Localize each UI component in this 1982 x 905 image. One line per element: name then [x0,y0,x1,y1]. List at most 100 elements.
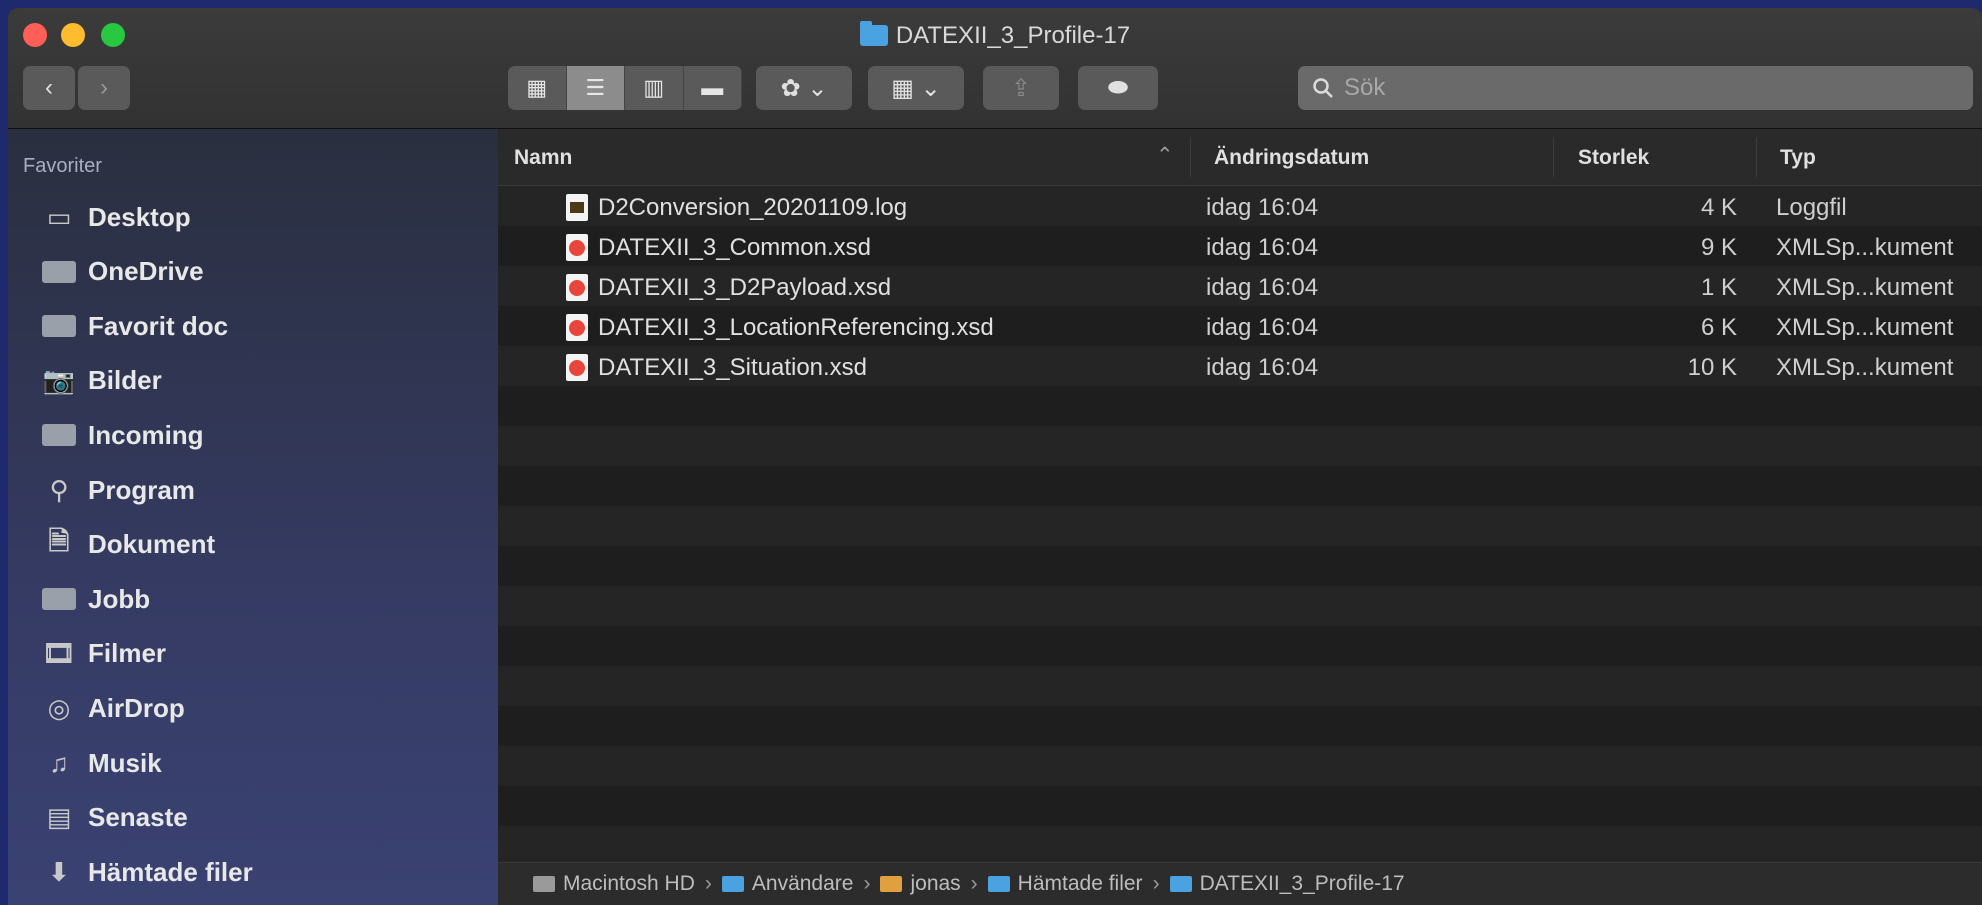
forward-button[interactable]: › [78,66,130,110]
path-separator: › [863,872,871,895]
empty-row [498,666,1982,706]
sidebar-item-label: Senaste [88,802,188,833]
xml-file-icon [566,234,588,261]
share-button[interactable]: ⇪ [983,66,1059,110]
sidebar-item-label: Dokument [88,529,216,560]
view-button-3[interactable]: ▬ [684,66,742,110]
empty-row [498,746,1982,786]
path-segment-label: Användare [751,872,854,895]
sidebar-item-label: Jobb [88,583,151,614]
file-size: 6 K [1700,314,1737,341]
folder-icon [40,422,78,448]
gear-icon: ✿ ⌄ [780,74,828,102]
sidebar-item-senaste[interactable]: ▤ Senaste [40,794,188,842]
sidebar-item-onedrive[interactable]: OneDrive [40,248,204,296]
path-segment[interactable]: Användare [721,872,854,896]
file-name: D2Conversion_20201109.log [598,194,908,221]
path-segment[interactable]: Hämtade filer [987,872,1143,896]
path-segment[interactable]: Macintosh HD [533,872,695,896]
table-row[interactable]: DATEXII_3_D2Payload.xsd idag 16:04 1 K XMLS… [498,266,1982,306]
file-type: XMLSp...kument [1776,234,1954,261]
sidebar-item-incoming[interactable]: Incoming [40,411,204,459]
empty-row [498,786,1982,826]
sidebar-item-musik[interactable]: ♫ Musik [40,739,162,787]
file-date: idag 16:04 [1206,354,1319,381]
empty-row [498,386,1982,426]
sidebar-item-label: AirDrop [88,692,185,723]
table-row[interactable]: DATEXII_3_Situation.xsd idag 16:04 10 K XML… [498,346,1982,386]
path-bar: Macintosh HD › Användare › jonas › Hämtade fil… [498,862,1982,905]
tag-button[interactable]: ⬬ [1078,66,1158,110]
file-name: DATEXII_3_LocationReferencing.xsd [598,314,994,341]
hard-drive-icon [533,876,555,892]
file-type: Loggfil [1776,194,1847,221]
finder-window: DATEXII_3_Profile-17 ‹ › ▦ ☰ ▥ ▬ ✿ ⌄ ▦ ⌄ ⇪ … [8,8,1982,905]
file-size: 9 K [1700,234,1737,261]
column-header-name[interactable]: Namn [514,146,572,170]
sidebar-item-label: Program [88,474,195,505]
empty-row [498,826,1982,866]
sidebar-item-label: Hämtade filer [88,856,253,887]
empty-row [498,426,1982,466]
file-date: idag 16:04 [1206,274,1319,301]
sidebar-item-desktop[interactable]: ▭ Desktop [40,193,191,241]
sort-ascending-icon: ⌃ [1156,144,1174,167]
path-segment[interactable]: DATEXII_3_Profile-17 [1169,872,1405,896]
file-date: idag 16:04 [1206,314,1319,341]
music-icon: ♫ [49,747,69,778]
file-size: 1 K [1700,274,1737,301]
home-icon [880,876,903,892]
sidebar-heading: Favoriter [23,155,102,177]
xml-file-icon [566,274,588,301]
xml-file-icon [566,314,588,341]
sidebar-item-airdrop[interactable]: ◎ AirDrop [40,684,185,732]
path-separator: › [1152,872,1160,895]
arrange-menu-button[interactable]: ▦ ⌄ [868,66,964,110]
sidebar-item-filmer[interactable]: 🎞 Filmer [40,630,166,678]
path-segment[interactable]: jonas [880,872,961,896]
folder-icon [1169,876,1192,892]
search-input[interactable] [1342,73,1946,103]
path-segment-label: jonas [910,872,961,895]
table-row[interactable]: DATEXII_3_LocationReferencing.xsd idag 16… [498,306,1982,346]
table-row[interactable]: D2Conversion_20201109.log idag 16:04 4 K Lo… [498,186,1982,226]
column-header-type[interactable]: Typ [1780,146,1816,170]
sidebar-item-jobb[interactable]: Jobb [40,575,150,623]
table-row[interactable]: DATEXII_3_Common.xsd idag 16:04 9 K XMLSp..… [498,226,1982,266]
grid-icon: ▦ ⌄ [891,74,941,102]
toolbar: DATEXII_3_Profile-17 ‹ › ▦ ☰ ▥ ▬ ✿ ⌄ ▦ ⌄ ⇪ … [8,8,1982,129]
sidebar-item-favorit-doc[interactable]: Favorit doc [40,302,228,350]
xml-file-icon [566,354,588,381]
view-button-0[interactable]: ▦ [508,66,567,110]
log-file-icon [566,194,588,221]
action-menu-button[interactable]: ✿ ⌄ [756,66,852,110]
file-date: idag 16:04 [1206,194,1319,221]
empty-row [498,506,1982,546]
column-header-date[interactable]: Ändringsdatum [1214,146,1369,170]
column-header-size[interactable]: Storlek [1578,146,1649,170]
document-icon: 🗎 [48,525,70,556]
sidebar-item-program[interactable]: ⚲ Program [40,466,195,514]
sidebar-item-bilder[interactable]: 📷 Bilder [40,357,162,405]
file-type: XMLSp...kument [1776,354,1954,381]
window-title: DATEXII_3_Profile-17 [8,21,1982,50]
folder-icon [987,876,1010,892]
sidebar-item-label: Incoming [88,419,204,450]
folder-icon [40,586,78,612]
back-button[interactable]: ‹ [23,66,75,110]
file-size: 4 K [1700,194,1737,221]
file-name: DATEXII_3_D2Payload.xsd [598,274,892,301]
sidebar-item-label: Musik [88,747,162,778]
empty-row [498,466,1982,506]
path-segment-label: Macintosh HD [563,872,695,895]
chevron-left-icon: ‹ [45,74,53,101]
view-button-1[interactable]: ☰ [566,66,625,110]
folder-icon [40,259,78,285]
sidebar-item-hämtade-filer[interactable]: ⬇ Hämtade filer [40,848,253,896]
file-size: 10 K [1687,354,1737,381]
downloads-icon: ⬇ [48,856,70,887]
sidebar-item-dokument[interactable]: 🗎 Dokument [40,521,216,569]
path-segment-label: DATEXII_3_Profile-17 [1199,872,1405,895]
share-icon: ⇪ [1010,74,1032,102]
view-button-2[interactable]: ▥ [625,66,684,110]
